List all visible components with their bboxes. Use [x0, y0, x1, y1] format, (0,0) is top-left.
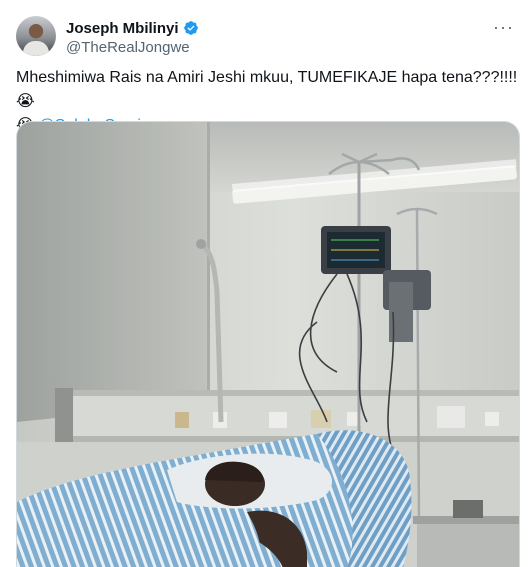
avatar[interactable] [16, 16, 56, 56]
verified-badge-icon [183, 21, 198, 35]
author-handle[interactable]: @TheRealJongwe [66, 39, 199, 56]
more-options-icon[interactable]: ··· [493, 18, 514, 36]
tweet-photo[interactable] [16, 121, 520, 567]
tweet-body: Mheshimiwa Rais na Amiri Jeshi mkuu, TUM… [16, 69, 518, 86]
tweet-header: Joseph Mbilinyi @TheRealJongwe ··· [16, 16, 516, 60]
author-block: Joseph Mbilinyi @TheRealJongwe [66, 18, 199, 56]
photo [17, 122, 519, 567]
author-display-name[interactable]: Joseph Mbilinyi [66, 20, 179, 37]
crying-face-emoji-icon: 😭 [16, 93, 35, 110]
